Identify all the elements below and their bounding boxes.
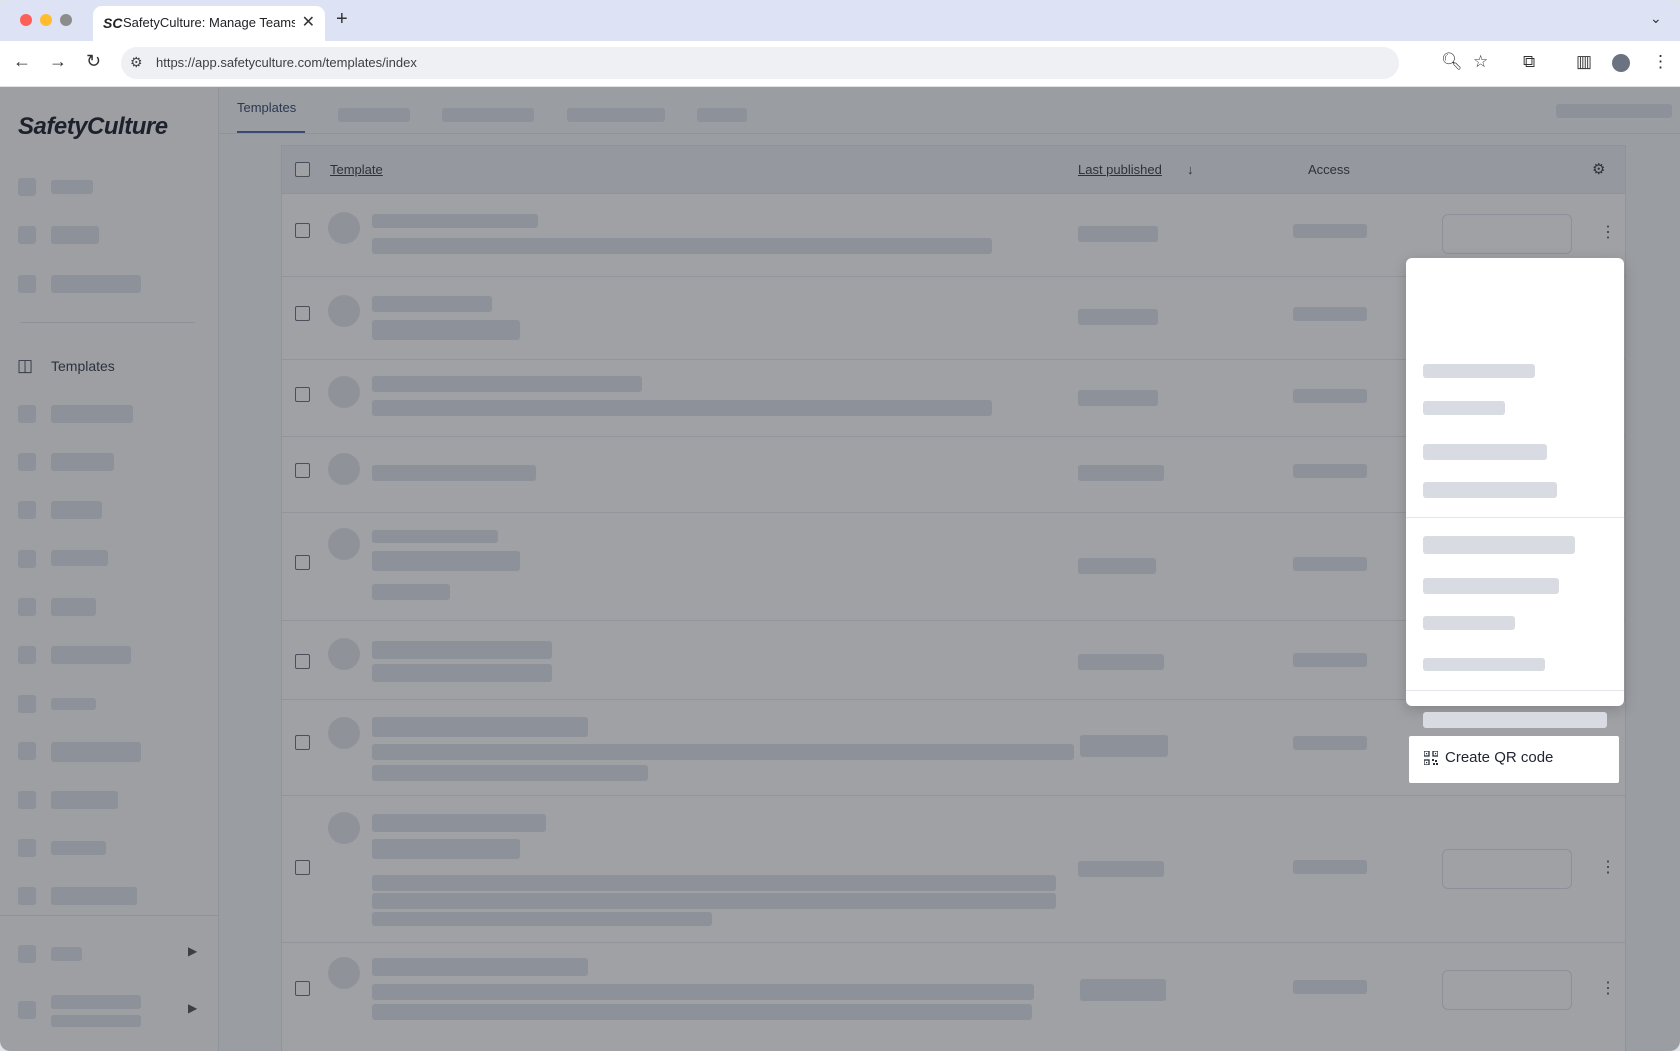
tab-strip: SC SafetyCulture: Manage Teams and... ✕ … <box>0 0 1680 41</box>
menu-item-placeholder[interactable] <box>1423 444 1547 460</box>
create-qr-code-label: Create QR code <box>1445 749 1554 766</box>
menu-item-placeholder[interactable] <box>1423 578 1559 594</box>
menu-divider <box>1406 690 1624 691</box>
browser-window: SC SafetyCulture: Manage Teams and... ✕ … <box>0 0 1680 1051</box>
menu-divider <box>1406 517 1624 518</box>
chevron-down-icon[interactable]: ⌄ <box>1650 10 1662 27</box>
extensions-icon[interactable]: ⧉ <box>1523 52 1535 72</box>
more-icon[interactable]: ⋮ <box>1652 52 1669 72</box>
profile-icon[interactable] <box>1612 54 1630 72</box>
new-tab-icon[interactable]: + <box>336 8 348 31</box>
menu-item-placeholder[interactable] <box>1423 616 1515 630</box>
url-text: https://app.safetyculture.com/templates/… <box>156 55 417 70</box>
bookmark-star-icon[interactable]: ☆ <box>1473 52 1488 72</box>
side-panel-icon[interactable]: ▥ <box>1576 52 1592 72</box>
close-window-button[interactable] <box>20 14 32 26</box>
reload-icon[interactable]: ↻ <box>86 51 101 72</box>
browser-toolbar: ← → ↻ ⚙ https://app.safetyculture.com/te… <box>0 41 1680 87</box>
maximize-window-button[interactable] <box>60 14 72 26</box>
site-settings-icon[interactable]: ⚙ <box>130 54 143 71</box>
menu-item-placeholder[interactable] <box>1423 712 1607 728</box>
row-actions-menu <box>1406 258 1624 728</box>
menu-item-placeholder[interactable] <box>1423 658 1545 671</box>
address-bar[interactable]: ⚙ https://app.safetyculture.com/template… <box>121 47 1399 79</box>
minimize-window-button[interactable] <box>40 14 52 26</box>
tab-title: SafetyCulture: Manage Teams and... <box>123 15 295 30</box>
zoom-icon[interactable]: 🔍︎ <box>1441 52 1463 72</box>
menu-item-placeholder[interactable] <box>1423 401 1505 415</box>
browser-tab[interactable]: SC SafetyCulture: Manage Teams and... ✕ <box>93 6 325 41</box>
close-tab-icon[interactable]: ✕ <box>302 12 315 32</box>
favicon: SC <box>103 15 123 31</box>
qr-code-icon <box>1424 751 1438 765</box>
menu-item-placeholder[interactable] <box>1423 482 1557 498</box>
create-qr-code-menu-item[interactable]: Create QR code <box>1409 736 1619 783</box>
back-icon[interactable]: ← <box>13 51 31 72</box>
forward-icon[interactable]: → <box>49 51 67 72</box>
menu-item-placeholder[interactable] <box>1423 536 1575 554</box>
menu-item-placeholder[interactable] <box>1423 364 1535 378</box>
